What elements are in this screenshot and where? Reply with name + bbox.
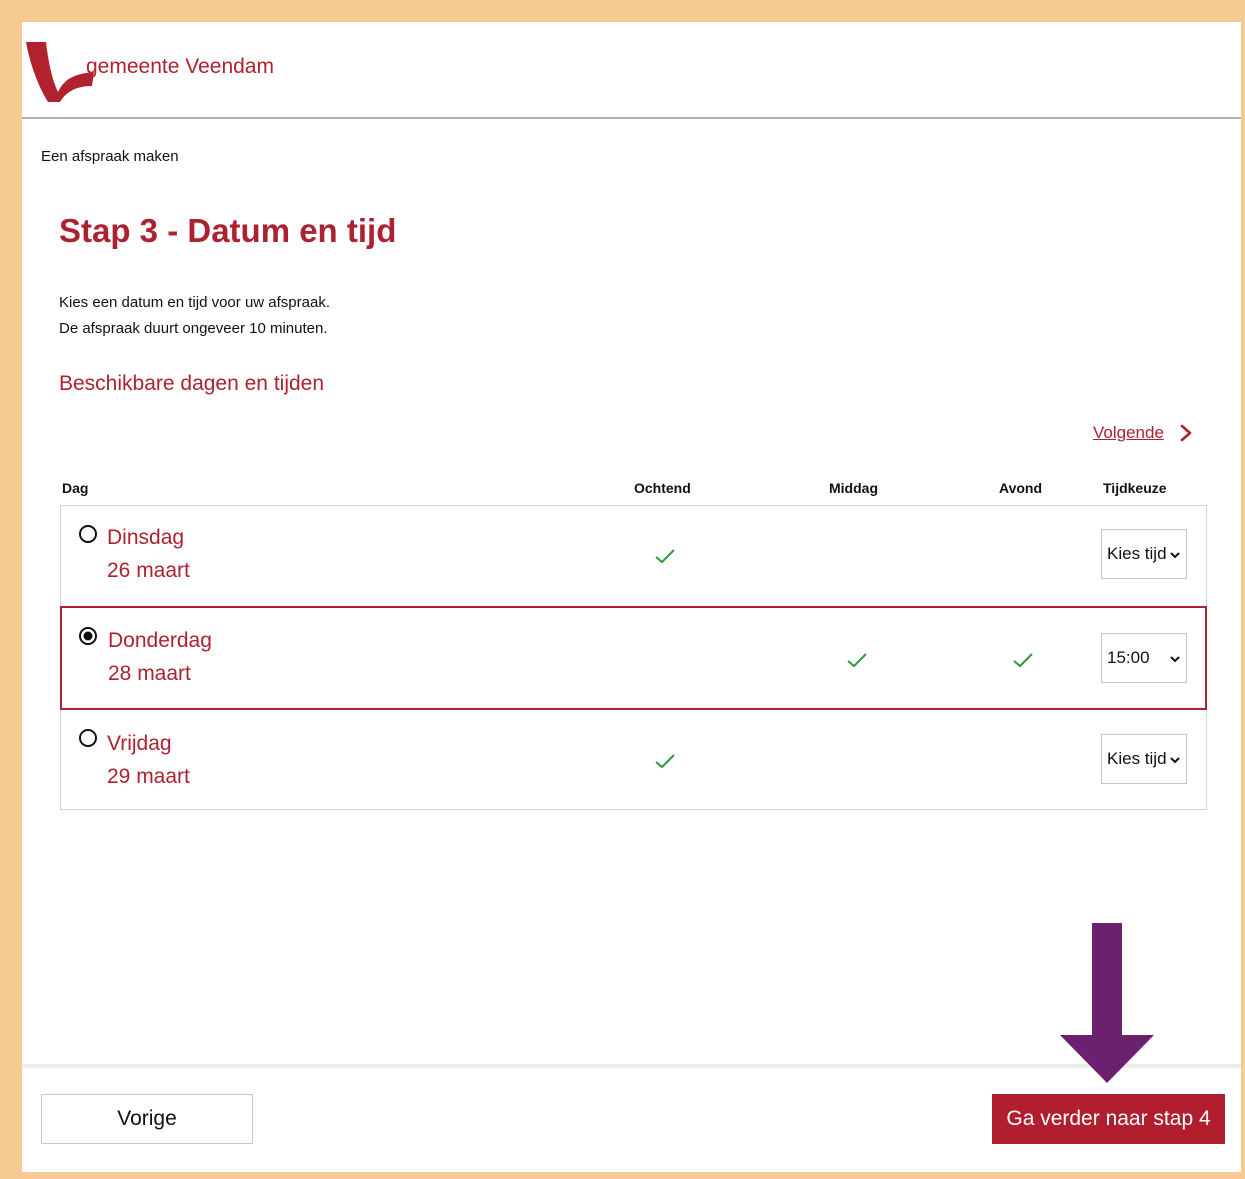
day-date: 26 maart — [107, 559, 190, 582]
radio-button-checked[interactable] — [78, 626, 98, 646]
intro-line-2: De afspraak duurt ongeveer 10 minuten. — [59, 320, 328, 337]
radio-button[interactable] — [78, 728, 98, 748]
veendam-logo-icon[interactable] — [24, 40, 94, 102]
day-name: Donderdag — [108, 629, 212, 652]
time-select-value: 15:00 — [1107, 648, 1150, 667]
header-divider — [22, 117, 1241, 119]
chevron-down-icon — [1170, 552, 1180, 559]
continue-button[interactable]: Ga verder naar stap 4 — [992, 1094, 1225, 1144]
time-select-value: Kies tijd — [1107, 544, 1167, 563]
arrow-down-icon — [1060, 923, 1154, 1083]
section-title: Beschikbare dagen en tijden — [59, 372, 325, 395]
day-date: 29 maart — [107, 765, 190, 788]
chevron-down-icon — [1170, 656, 1180, 663]
check-icon — [1013, 653, 1033, 668]
table-row[interactable]: Vrijdag 29 maart Kies tijd — [60, 710, 1207, 810]
column-header-tijdkeuze: Tijdkeuze — [1103, 480, 1167, 496]
column-header-avond: Avond — [999, 480, 1043, 496]
site-header: gemeente Veendam — [22, 22, 1241, 117]
check-icon — [655, 754, 675, 769]
footer-divider — [22, 1064, 1241, 1068]
time-select[interactable]: Kies tijd — [1101, 734, 1187, 784]
column-header-middag: Middag — [829, 480, 878, 496]
column-header-dag: Dag — [62, 480, 89, 496]
breadcrumb: Een afspraak maken — [41, 148, 179, 165]
next-week-link[interactable]: Volgende — [1093, 423, 1164, 443]
day-name: Dinsdag — [107, 526, 185, 549]
previous-button[interactable]: Vorige — [41, 1094, 253, 1144]
time-select[interactable]: 15:00 — [1101, 633, 1187, 683]
table-row-selected[interactable]: Donderdag 28 maart 15:00 — [60, 606, 1207, 710]
time-select-value: Kies tijd — [1107, 749, 1167, 768]
page-frame: gemeente Veendam Een afspraak maken Stap… — [22, 22, 1241, 1172]
day-date: 28 maart — [108, 662, 191, 685]
page-title: Stap 3 - Datum en tijd — [59, 212, 397, 249]
day-name: Vrijdag — [107, 732, 172, 755]
intro-text: Kies een datum en tijd voor uw afspraak.… — [59, 290, 330, 342]
check-icon — [655, 549, 675, 564]
intro-line-1: Kies een datum en tijd voor uw afspraak. — [59, 294, 330, 311]
radio-button[interactable] — [78, 524, 98, 544]
table-row[interactable]: Dinsdag 26 maart Kies tijd — [60, 505, 1207, 607]
chevron-right-icon[interactable] — [1179, 424, 1193, 442]
column-header-ochtend: Ochtend — [634, 480, 691, 496]
check-icon — [847, 653, 867, 668]
time-select[interactable]: Kies tijd — [1101, 529, 1187, 579]
brand-name[interactable]: gemeente Veendam — [86, 55, 274, 79]
chevron-down-icon — [1170, 757, 1180, 764]
